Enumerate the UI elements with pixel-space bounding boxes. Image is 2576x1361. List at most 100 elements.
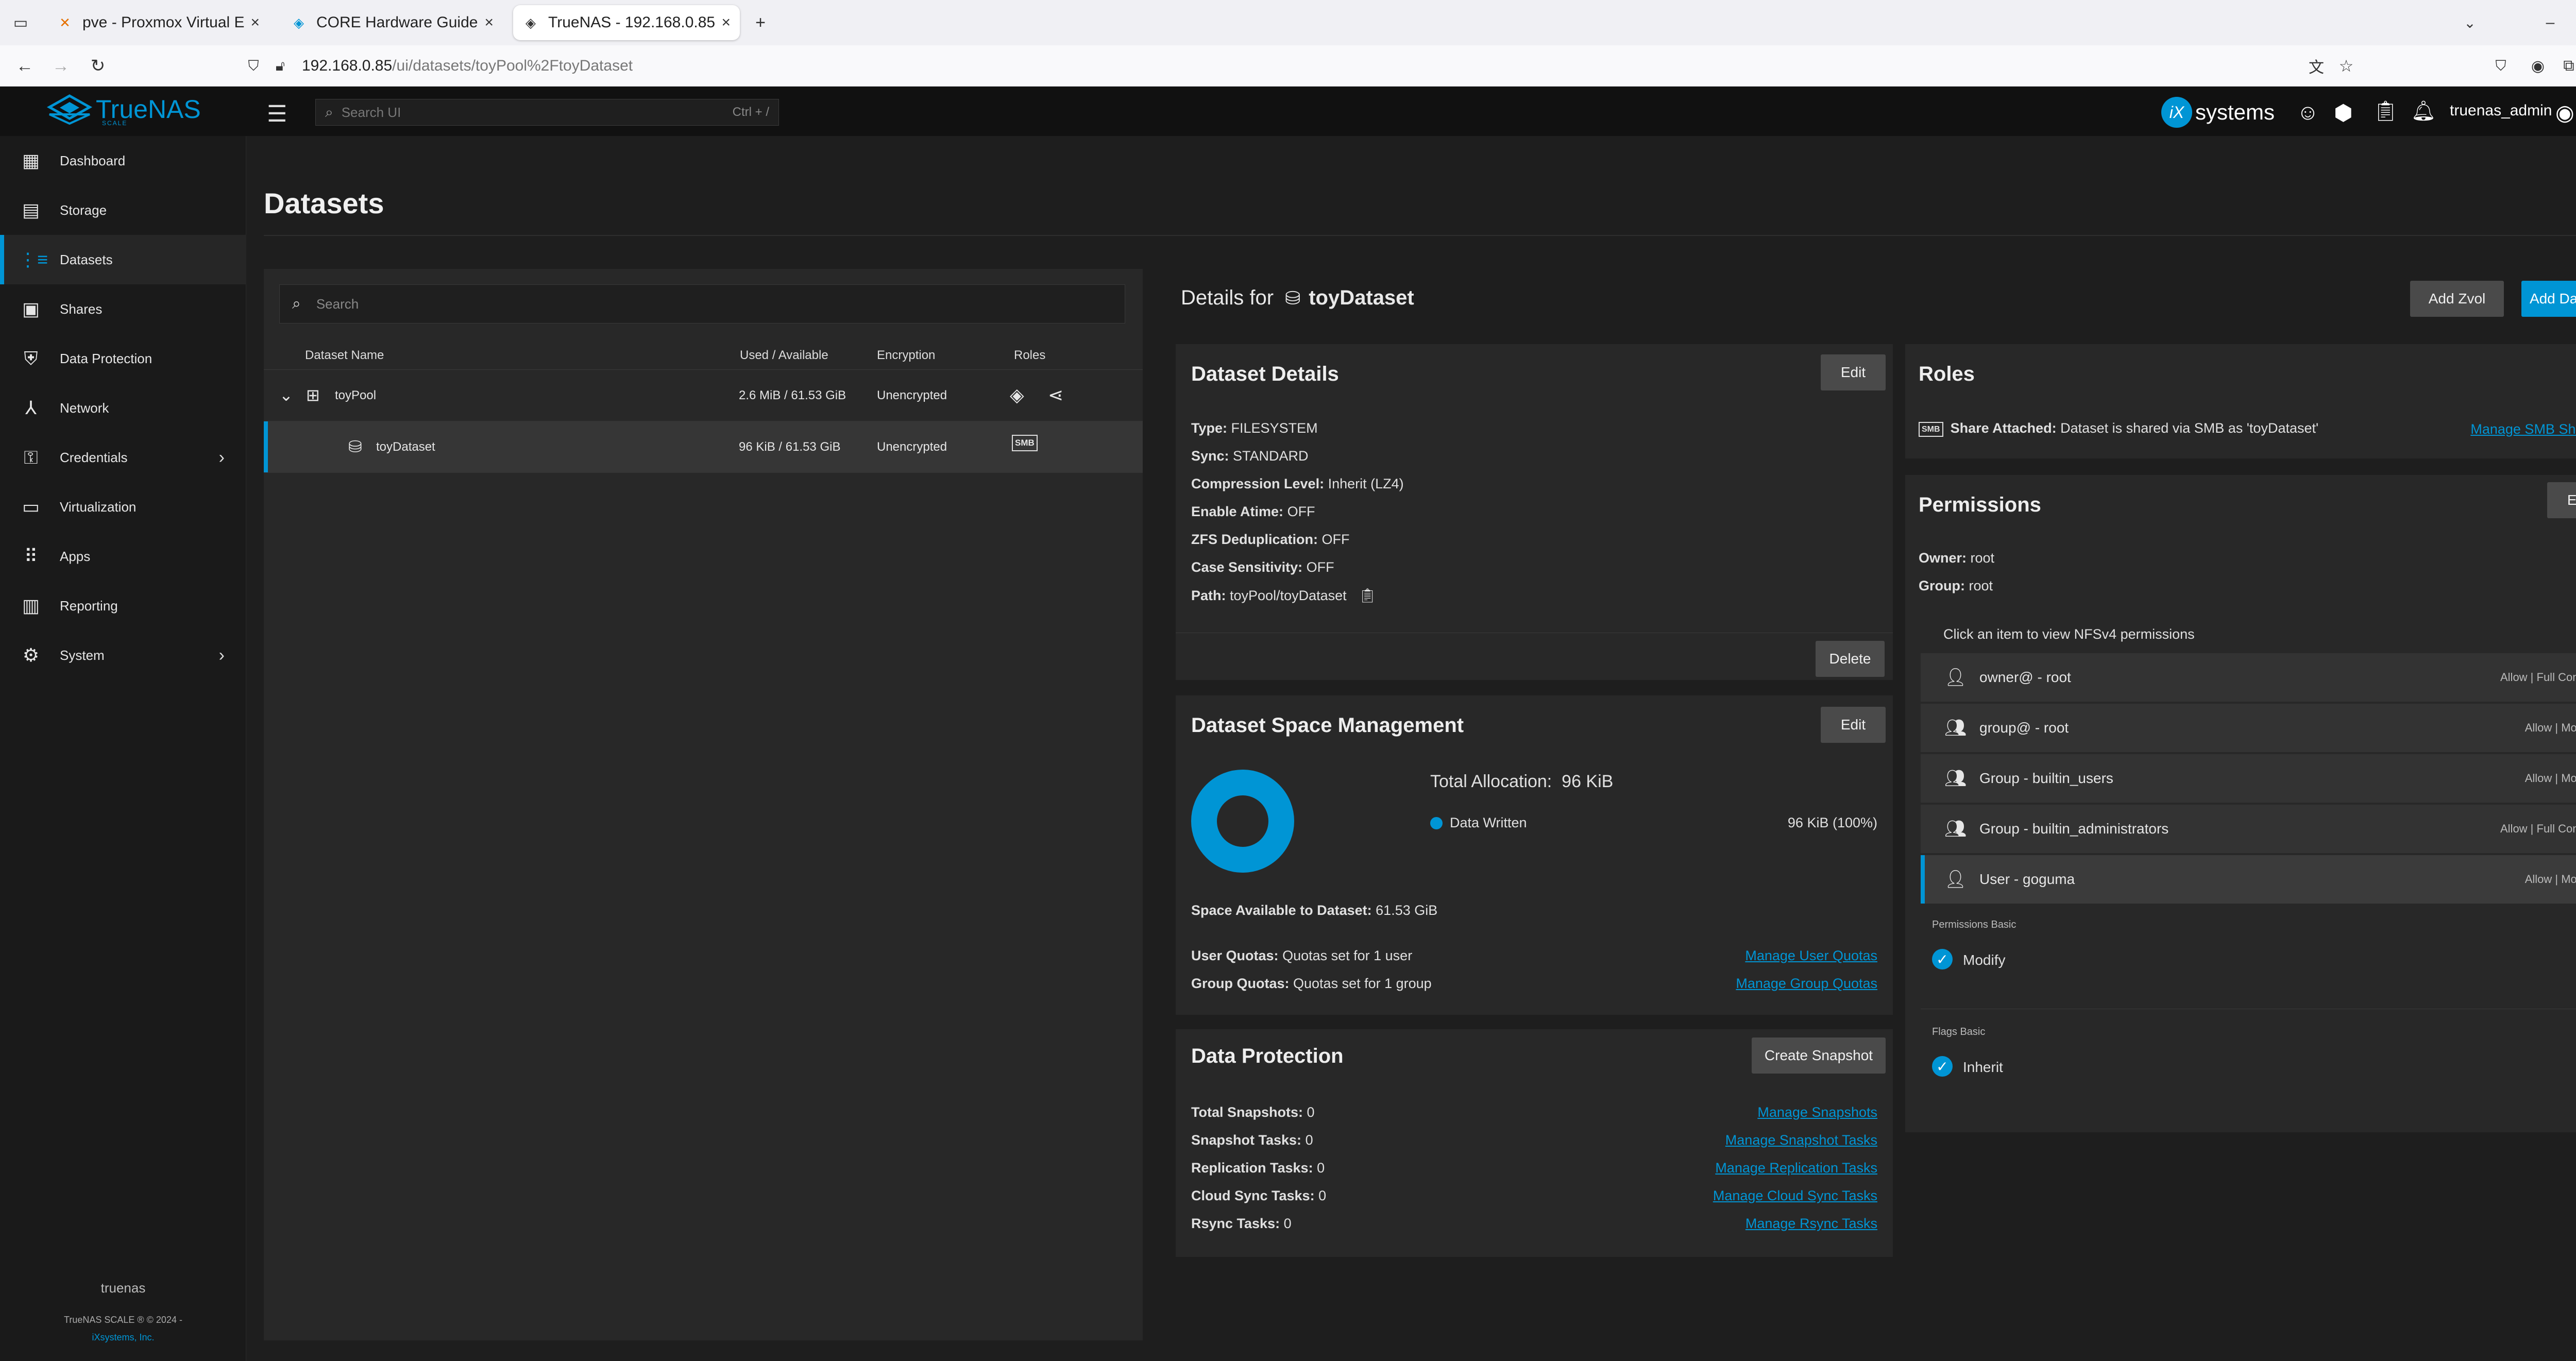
- network-icon: ⅄: [25, 397, 37, 418]
- gear-icon: ⚙: [22, 644, 40, 666]
- manage-rsync-tasks-link[interactable]: Manage Rsync Tasks: [1745, 1216, 1877, 1232]
- permissions-card: Permissions Edit Owner: root Group: root…: [1905, 475, 2576, 1132]
- sidebar-item-storage[interactable]: ▤ Storage: [0, 185, 246, 235]
- minimize-icon[interactable]: –: [2537, 9, 2564, 36]
- tree-row-toypool[interactable]: ⌄ ⊞ toyPool 2.6 MiB / 61.53 GiB Unencryp…: [264, 370, 1143, 421]
- smb-role-icon: SMB: [1012, 435, 1038, 451]
- card-title: Dataset Space Management: [1191, 714, 1464, 737]
- extensions-icon[interactable]: ⧉: [2555, 53, 2576, 79]
- chevron-down-icon[interactable]: ⌄: [279, 385, 293, 405]
- sidebar-hostname: truenas: [100, 1280, 146, 1296]
- permission-entry-owner[interactable]: 👤︎ owner@ - root Allow | Full Control: [1921, 653, 2576, 702]
- close-tab-icon[interactable]: ×: [484, 14, 494, 31]
- sidebar-item-apps[interactable]: ⠿ Apps: [0, 532, 246, 581]
- shield-icon[interactable]: ⛉: [240, 53, 267, 79]
- feedback-smile-icon[interactable]: ☺: [2297, 100, 2319, 125]
- card-title: Permissions: [1919, 494, 2041, 516]
- search-icon: ⌕: [292, 295, 301, 312]
- truecommand-icon[interactable]: ⬢: [2334, 100, 2353, 125]
- manage-group-quotas-link[interactable]: Manage Group Quotas: [1736, 976, 1877, 992]
- checkmark-icon: ✓: [1932, 949, 1953, 969]
- back-icon[interactable]: ←: [11, 53, 38, 79]
- column-header-used: Used / Available: [740, 348, 828, 362]
- tree-row-toydataset[interactable]: ⛁ toyDataset 96 KiB / 61.53 GiB Unencryp…: [264, 421, 1143, 473]
- proxmox-favicon-icon: ✕: [59, 14, 71, 30]
- truenas-logo-icon: [46, 94, 93, 125]
- person-icon: 👤︎: [1944, 870, 1967, 889]
- add-zvol-button[interactable]: Add Zvol: [2410, 281, 2504, 317]
- manage-snapshot-tasks-link[interactable]: Manage Snapshot Tasks: [1725, 1132, 1877, 1148]
- tree-header: Dataset Name Used / Available Encryption…: [264, 339, 1143, 370]
- chevron-right-icon: ›: [218, 447, 225, 467]
- dataset-search-input[interactable]: ⌕ Search: [279, 284, 1125, 324]
- browser-url-bar: ← → ↻ ⛉ 🔓︎ 192.168.0.85/ui/datasets/toyP…: [0, 45, 2576, 87]
- sidebar-item-credentials[interactable]: ⚿ Credentials ›: [0, 433, 246, 482]
- pocket-icon[interactable]: ⛉: [2487, 53, 2514, 79]
- translate-icon[interactable]: 文: [2303, 53, 2330, 79]
- laptop-icon: ▭: [22, 496, 40, 517]
- title-divider: [264, 235, 2576, 236]
- browser-tab-proxmox[interactable]: ✕ pve - Proxmox Virtual En ×: [47, 5, 269, 40]
- edit-details-button[interactable]: Edit: [1821, 354, 1886, 390]
- new-tab-icon[interactable]: +: [747, 9, 774, 36]
- manage-user-quotas-link[interactable]: Manage User Quotas: [1745, 948, 1877, 964]
- permission-entry-group[interactable]: 👥︎ group@ - root Allow | Modify: [1921, 704, 2576, 752]
- manage-snapshots-link[interactable]: Manage Snapshots: [1757, 1104, 1877, 1120]
- permissions-basic-value: Modify: [1963, 952, 2006, 968]
- dashboard-icon: ▦: [22, 150, 40, 171]
- sidebar-item-system[interactable]: ⚙ System ›: [0, 631, 246, 680]
- search-ui-input[interactable]: ⌕ Search UI Ctrl + /: [315, 99, 779, 126]
- jobs-clipboard-icon[interactable]: 📋︎: [2373, 100, 2398, 123]
- sidebar-item-dashboard[interactable]: ▦ Dashboard: [0, 136, 246, 185]
- url-field[interactable]: 192.168.0.85/ui/datasets/toyPool%2FtoyDa…: [302, 52, 2414, 80]
- hamburger-menu-icon[interactable]: ☰: [267, 101, 287, 127]
- manage-smb-shares-link[interactable]: Manage SMB Shares: [2470, 421, 2576, 437]
- username-label[interactable]: truenas_admin: [2450, 102, 2552, 120]
- column-header-roles: Roles: [1014, 348, 1046, 362]
- tab-list-icon[interactable]: ▭: [7, 9, 34, 36]
- dataset-details-card: Dataset Details Edit Type: FILESYSTEM Sy…: [1176, 344, 1893, 680]
- column-header-name: Dataset Name: [305, 348, 384, 362]
- close-tab-icon[interactable]: ×: [250, 14, 260, 31]
- close-tab-icon[interactable]: ×: [721, 14, 731, 31]
- copy-clipboard-icon[interactable]: 📋︎: [1359, 588, 1376, 603]
- roles-card: Roles SMB Share Attached: Dataset is shar…: [1905, 344, 2576, 458]
- sidebar-item-virtualization[interactable]: ▭ Virtualization: [0, 482, 246, 532]
- sidebar-item-reporting[interactable]: ▥ Reporting: [0, 581, 246, 631]
- forward-icon[interactable]: →: [47, 53, 74, 79]
- account-circle-icon[interactable]: ◉: [2555, 100, 2574, 125]
- account-icon[interactable]: ◉: [2524, 53, 2551, 79]
- bookmark-star-icon[interactable]: ☆: [2333, 53, 2360, 79]
- person-icon: 👤︎: [1944, 668, 1967, 687]
- sidebar-company-link[interactable]: iXsystems, Inc.: [0, 1332, 246, 1343]
- restore-icon[interactable]: ▫: [2572, 9, 2576, 36]
- chevron-down-icon[interactable]: ⌄: [2456, 9, 2483, 36]
- browser-tab-truenas[interactable]: ◈ TrueNAS - 192.168.0.85 ×: [513, 5, 740, 40]
- sidebar-item-shares[interactable]: ▣ Shares: [0, 284, 246, 334]
- permissions-hint: Click an item to view NFSv4 permissions: [1943, 626, 2195, 642]
- smb-share-icon: SMB: [1919, 422, 1943, 437]
- manage-replication-tasks-link[interactable]: Manage Replication Tasks: [1715, 1160, 1877, 1176]
- create-snapshot-button[interactable]: Create Snapshot: [1752, 1037, 1886, 1074]
- add-dataset-button[interactable]: Add Dataset: [2521, 281, 2576, 317]
- permission-entry-user-goguma[interactable]: 👤︎ User - goguma Allow | Modify: [1921, 855, 2576, 904]
- sidebar-item-network[interactable]: ⅄ Network: [0, 383, 246, 433]
- insecure-lock-icon[interactable]: 🔓︎: [267, 53, 294, 79]
- flags-basic-label: Flags Basic: [1932, 1026, 1986, 1037]
- browser-tab-core-guide[interactable]: ◈ CORE Hardware Guide | T ×: [281, 5, 503, 40]
- edit-permissions-button[interactable]: Edit: [2547, 482, 2576, 518]
- sidebar-copyright: TrueNAS SCALE ® © 2024 -: [64, 1315, 182, 1325]
- reload-icon[interactable]: ↻: [84, 53, 111, 79]
- notifications-bell-icon[interactable]: 🔔︎: [2411, 100, 2436, 123]
- manage-cloud-sync-tasks-link[interactable]: Manage Cloud Sync Tasks: [1713, 1188, 1877, 1204]
- delete-dataset-button[interactable]: Delete: [1816, 641, 1885, 677]
- ixsystems-logo[interactable]: iX systems: [2161, 97, 2275, 128]
- edit-space-button[interactable]: Edit: [1821, 707, 1886, 743]
- page-title: Datasets: [264, 187, 384, 219]
- dataset-icon: ⛁: [348, 437, 362, 456]
- flags-basic-value: Inherit: [1963, 1059, 2003, 1075]
- permission-entry-builtin-administrators[interactable]: 👥︎ Group - builtin_administrators Allow …: [1921, 805, 2576, 853]
- sidebar-item-data-protection[interactable]: ⛨ Data Protection: [0, 334, 246, 383]
- sidebar-item-datasets[interactable]: ⋮≡ Datasets: [0, 235, 246, 284]
- permission-entry-builtin-users[interactable]: 👥︎ Group - builtin_users Allow | Modify: [1921, 754, 2576, 803]
